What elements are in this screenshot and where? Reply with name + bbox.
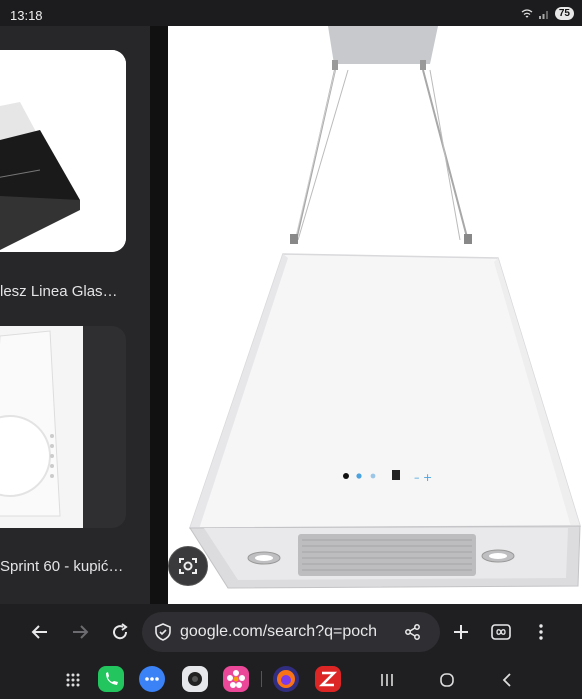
firefox-icon — [277, 670, 295, 688]
dock-separator — [261, 671, 262, 687]
system-icons: 75 — [521, 7, 574, 20]
pane-divider — [150, 26, 168, 604]
menu-button[interactable] — [527, 618, 555, 646]
flower-icon — [227, 670, 245, 688]
url-text[interactable]: google.com/search?q=poch — [180, 623, 396, 641]
new-tab-button[interactable] — [447, 618, 475, 646]
black-hood-image — [0, 50, 126, 252]
shield-icon — [155, 623, 171, 641]
battery-indicator: 75 — [554, 7, 574, 20]
more-vert-icon — [539, 624, 543, 640]
island-hood-image: – + — [168, 26, 582, 604]
lens-search-button[interactable] — [168, 546, 208, 586]
phone-icon — [106, 672, 118, 685]
recents-icon — [381, 674, 393, 686]
share-icon[interactable] — [404, 623, 422, 641]
result-caption-2[interactable]: Sprint 60 - kupić… — [0, 558, 123, 575]
z-letter-icon — [318, 671, 338, 687]
forward-button[interactable] — [66, 618, 94, 646]
reload-button[interactable] — [106, 618, 134, 646]
home-button[interactable] — [435, 668, 459, 692]
browser-toolbar: google.com/search?q=poch — [0, 604, 582, 660]
arrow-right-icon — [73, 625, 89, 639]
results-grid-column: lesz Linea Glas… Sprint 60 - kupić… — [0, 26, 150, 604]
tabs-button[interactable] — [487, 618, 515, 646]
back-button[interactable] — [26, 618, 54, 646]
chevron-left-icon — [502, 673, 511, 687]
system-back-button[interactable] — [495, 668, 519, 692]
lens-icon — [179, 558, 197, 574]
chat-icon — [145, 677, 159, 681]
arrow-left-icon — [31, 625, 47, 639]
messages-app[interactable] — [139, 666, 165, 692]
grid-icon — [66, 673, 80, 687]
white-hood-image — [0, 326, 83, 528]
recents-button[interactable] — [375, 668, 399, 692]
url-bar[interactable]: google.com/search?q=poch — [142, 612, 440, 652]
reload-icon — [113, 623, 128, 640]
wifi-icon — [521, 8, 533, 17]
image-preview-panel[interactable]: – + — [168, 26, 582, 604]
svg-text:– +: – + — [414, 471, 432, 484]
result-thumbnail-2[interactable] — [0, 326, 126, 528]
clock: 13:18 — [10, 8, 43, 23]
app-drawer-button[interactable] — [61, 668, 85, 692]
signal-icon — [538, 10, 548, 19]
android-dock — [0, 660, 582, 699]
camera-app[interactable] — [182, 666, 208, 692]
firefox-app[interactable] — [273, 666, 299, 692]
home-icon — [440, 673, 454, 687]
result-thumbnail-1[interactable] — [0, 50, 126, 252]
zoner-app[interactable] — [315, 666, 341, 692]
image-results-area: lesz Linea Glas… Sprint 60 - kupić… – + — [0, 26, 582, 604]
plus-icon — [454, 625, 468, 639]
tabs-infinity-icon — [491, 624, 511, 640]
gallery-app[interactable] — [223, 666, 249, 692]
result-caption-1[interactable]: lesz Linea Glas… — [0, 283, 118, 300]
phone-app[interactable] — [98, 666, 124, 692]
camera-icon — [188, 672, 202, 686]
